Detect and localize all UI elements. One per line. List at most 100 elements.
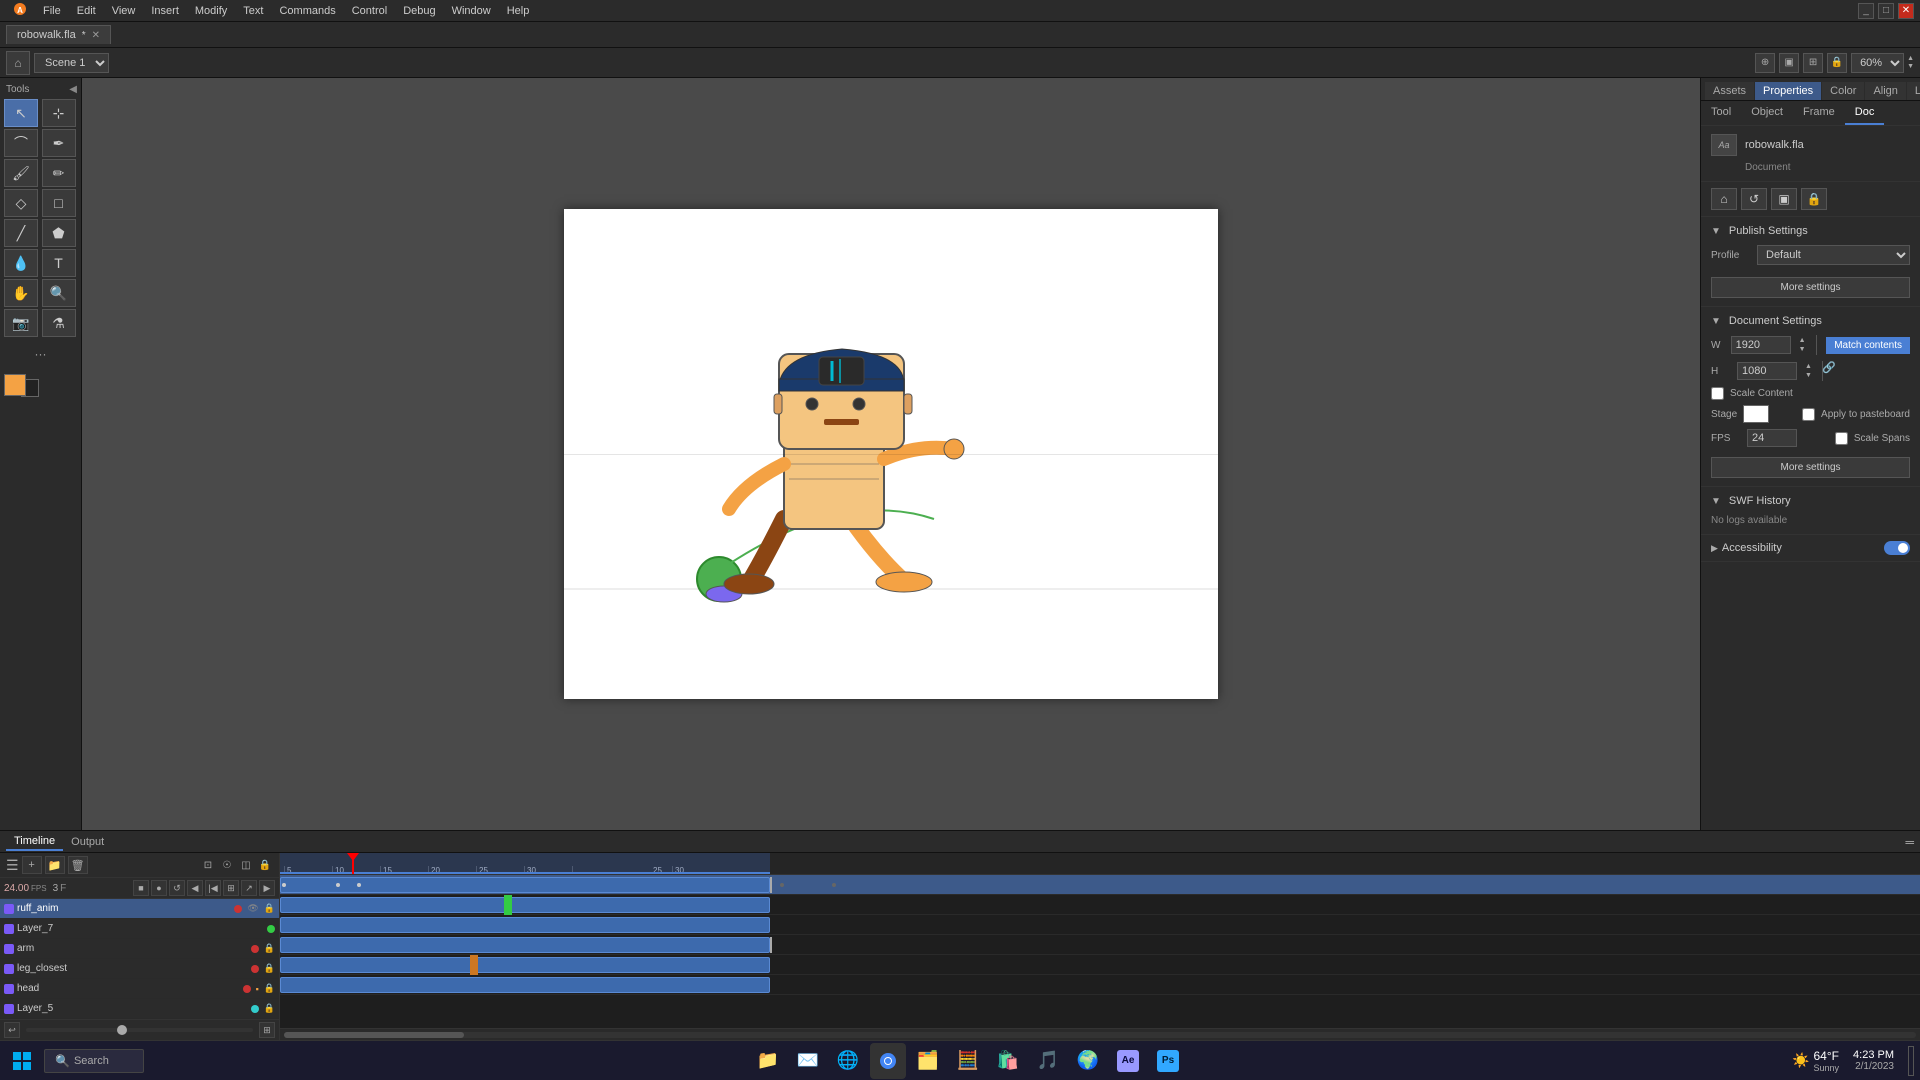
taskbar-app-calc[interactable]: 🧮 bbox=[950, 1043, 986, 1079]
menu-help[interactable]: Help bbox=[500, 3, 537, 19]
window-min[interactable]: _ bbox=[1858, 3, 1874, 19]
subtab-object[interactable]: Object bbox=[1741, 101, 1793, 125]
delete-layer-btn[interactable]: 🗑 bbox=[68, 856, 88, 874]
onion-skin-btn[interactable]: ☉ bbox=[219, 857, 235, 873]
track-layer5[interactable] bbox=[280, 975, 1920, 995]
doc-more-settings-btn[interactable]: More settings bbox=[1711, 457, 1910, 478]
icon-btn-lock[interactable]: 🔒 bbox=[1801, 188, 1827, 210]
start-button[interactable] bbox=[6, 1045, 38, 1077]
step-back-btn[interactable]: |◀ bbox=[205, 880, 221, 896]
accessibility-toggle[interactable] bbox=[1884, 541, 1910, 555]
layer-lock-head[interactable]: 🔒 bbox=[264, 983, 275, 994]
layer-row-head[interactable]: head ▪ 🔒 bbox=[0, 979, 279, 999]
track-leg[interactable] bbox=[280, 935, 1920, 955]
menu-control[interactable]: Control bbox=[345, 3, 394, 19]
tools-collapse[interactable]: ◀ bbox=[69, 84, 77, 95]
tab-align[interactable]: Align bbox=[1865, 82, 1905, 100]
tool-grab[interactable]: ✋ bbox=[4, 279, 38, 307]
menu-insert[interactable]: Insert bbox=[144, 3, 186, 19]
record-btn[interactable]: ● bbox=[151, 880, 167, 896]
tab-color[interactable]: Color bbox=[1822, 82, 1864, 100]
taskbar-app-ps[interactable]: Ps bbox=[1150, 1043, 1186, 1079]
height-up[interactable]: ▲ bbox=[1805, 362, 1812, 371]
view-btn[interactable]: ⊞ bbox=[1803, 53, 1823, 73]
tool-select[interactable]: ↖ bbox=[4, 99, 38, 127]
tool-camera[interactable]: 📷 bbox=[4, 309, 38, 337]
taskbar-app-store[interactable]: 🛍️ bbox=[990, 1043, 1026, 1079]
frame-size-btn[interactable]: ◫ bbox=[238, 857, 254, 873]
taskbar-app-edge[interactable]: 🌐 bbox=[830, 1043, 866, 1079]
document-settings-header[interactable]: ▼ Document Settings bbox=[1711, 315, 1910, 327]
taskbar-app-files2[interactable]: 🗂️ bbox=[910, 1043, 946, 1079]
menu-commands[interactable]: Commands bbox=[272, 3, 342, 19]
track-ruff-anim[interactable] bbox=[280, 875, 1920, 895]
width-down[interactable]: ▼ bbox=[1799, 345, 1806, 354]
datetime[interactable]: 4:23 PM 2/1/2023 bbox=[1853, 1049, 1894, 1072]
taskbar-app-browser2[interactable]: 🌍 bbox=[1070, 1043, 1106, 1079]
layer-row-ruff-anim[interactable]: ruff_anim 👁 🔒 bbox=[0, 899, 279, 919]
tool-dropper[interactable]: 💧 bbox=[4, 249, 38, 277]
show-desktop-btn[interactable] bbox=[1908, 1046, 1914, 1076]
menu-view[interactable]: View bbox=[105, 3, 143, 19]
subtab-frame[interactable]: Frame bbox=[1793, 101, 1845, 125]
tool-eyedropper2[interactable]: ⚗ bbox=[42, 309, 76, 337]
menu-modify[interactable]: Modify bbox=[188, 3, 234, 19]
menu-debug[interactable]: Debug bbox=[396, 3, 442, 19]
match-contents-btn[interactable]: Match contents bbox=[1826, 337, 1910, 354]
stage-color-swatch[interactable] bbox=[1743, 405, 1769, 423]
snap-btn[interactable]: ⊕ bbox=[1755, 53, 1775, 73]
profile-select[interactable]: Default bbox=[1757, 245, 1910, 265]
timeline-tab-timeline[interactable]: Timeline bbox=[6, 833, 63, 851]
accessibility-header[interactable]: ▶ Accessibility bbox=[1711, 542, 1782, 554]
taskbar-app-mail[interactable]: ✉️ bbox=[790, 1043, 826, 1079]
tab-close[interactable]: ✕ bbox=[92, 30, 100, 41]
icon-btn-grid[interactable]: ▣ bbox=[1771, 188, 1797, 210]
height-down[interactable]: ▼ bbox=[1805, 371, 1812, 380]
zoom-select[interactable]: 60% bbox=[1851, 53, 1904, 73]
tool-line[interactable]: ╱ bbox=[4, 219, 38, 247]
icon-btn-undo[interactable]: ↺ bbox=[1741, 188, 1767, 210]
swf-history-header[interactable]: ▼ SWF History bbox=[1711, 495, 1910, 507]
subtab-doc[interactable]: Doc bbox=[1845, 101, 1885, 125]
subtab-tool[interactable]: Tool bbox=[1701, 101, 1741, 125]
play-btn[interactable]: ▶ bbox=[259, 880, 275, 896]
icon-btn-home[interactable]: ⌂ bbox=[1711, 188, 1737, 210]
tool-pen[interactable]: ✒ bbox=[42, 129, 76, 157]
layer-row-layer7[interactable]: Layer_7 bbox=[0, 919, 279, 939]
apply-pasteboard-checkbox[interactable] bbox=[1802, 408, 1815, 421]
scale-spans-checkbox[interactable] bbox=[1835, 432, 1848, 445]
layer-vis-ruff[interactable]: 👁 bbox=[247, 903, 258, 914]
track-layer7[interactable] bbox=[280, 895, 1920, 915]
layer-row-leg-closest[interactable]: leg_closest 🔒 bbox=[0, 959, 279, 979]
tool-zoom[interactable]: 🔍 bbox=[42, 279, 76, 307]
taskbar-app-explorer[interactable]: 📁 bbox=[750, 1043, 786, 1079]
publish-settings-header[interactable]: ▼ Publish Settings bbox=[1711, 225, 1910, 237]
folder-layer-btn[interactable]: 📁 bbox=[45, 856, 65, 874]
loop-btn[interactable]: ↺ bbox=[169, 880, 185, 896]
playhead[interactable] bbox=[352, 853, 354, 874]
expand-btn[interactable]: ⊞ bbox=[259, 1022, 275, 1038]
menu-window[interactable]: Window bbox=[445, 3, 498, 19]
lock-view-btn[interactable]: 🔒 bbox=[1827, 53, 1847, 73]
taskbar-search-btn[interactable]: 🔍 Search bbox=[44, 1049, 144, 1073]
zoom-slider[interactable] bbox=[26, 1028, 253, 1032]
clip-btn[interactable]: ▣ bbox=[1779, 53, 1799, 73]
tab-library[interactable]: Library bbox=[1907, 82, 1920, 100]
h-scroll[interactable] bbox=[280, 1028, 1920, 1040]
undo-btn[interactable]: ↩ bbox=[4, 1022, 20, 1038]
tool-transform[interactable]: ⊹ bbox=[42, 99, 76, 127]
menu-text[interactable]: Text bbox=[236, 3, 270, 19]
menu-edit[interactable]: Edit bbox=[70, 3, 103, 19]
scene-select[interactable]: Scene 1 bbox=[34, 53, 109, 73]
snap-frames-btn[interactable]: ⊞ bbox=[223, 880, 239, 896]
taskbar-app-ae[interactable]: Ae bbox=[1110, 1043, 1146, 1079]
menu-animate[interactable]: A bbox=[6, 0, 34, 21]
tool-pencil[interactable]: ✏ bbox=[42, 159, 76, 187]
layer-lock-ruff[interactable]: 🔒 bbox=[264, 903, 275, 914]
zoom-thumb[interactable] bbox=[117, 1025, 127, 1035]
tool-lasso[interactable]: ⌒ bbox=[4, 129, 38, 157]
width-up[interactable]: ▲ bbox=[1799, 336, 1806, 345]
taskbar-app-spotify[interactable]: 🎵 bbox=[1030, 1043, 1066, 1079]
tab-assets[interactable]: Assets bbox=[1705, 82, 1754, 100]
tool-shape[interactable]: ◇ bbox=[4, 189, 38, 217]
